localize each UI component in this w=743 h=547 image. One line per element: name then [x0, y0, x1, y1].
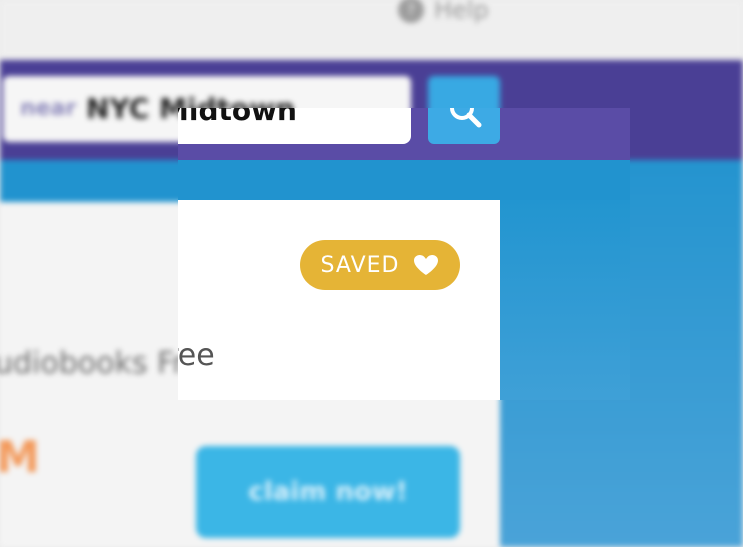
promo-text: M	[0, 432, 40, 483]
search-input-value: NYC Midtown	[178, 108, 297, 127]
saved-button[interactable]: SAVED	[300, 240, 460, 290]
magnifier-icon	[450, 108, 482, 128]
help-link[interactable]: ? Help	[398, 0, 489, 24]
search-button[interactable]	[428, 108, 500, 144]
top-bar	[0, 0, 743, 58]
saved-label: SAVED	[320, 252, 400, 278]
heart-icon	[414, 255, 439, 275]
headline-text: udiobooks Free	[178, 338, 215, 373]
search-prefix: near	[20, 96, 77, 121]
search-input[interactable]: NYC Midtown	[178, 108, 411, 144]
zoomed-panel: NYC Midtown SAVED udiobooks Free	[178, 108, 630, 400]
blue-strip	[178, 160, 630, 200]
right-panel	[500, 200, 630, 400]
question-circle-icon: ?	[398, 0, 424, 23]
help-label: Help	[434, 0, 489, 24]
claim-now-button[interactable]: claim now!	[196, 446, 460, 538]
content-card: SAVED udiobooks Free	[178, 200, 500, 400]
